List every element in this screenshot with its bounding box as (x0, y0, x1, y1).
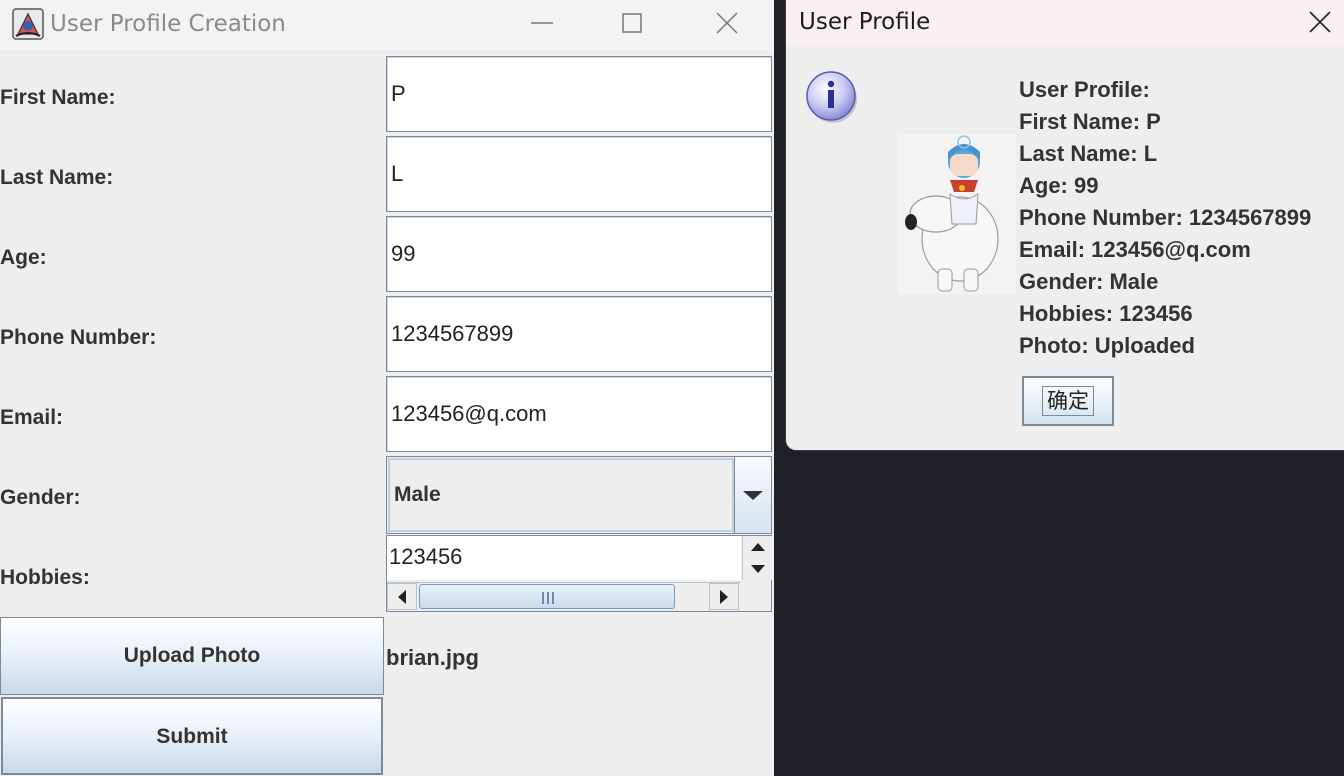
submit-button[interactable]: Submit (1, 697, 383, 775)
grip-icon (542, 592, 554, 604)
summary-line: Last Name: L (1019, 141, 1158, 166)
summary-line: Age: 99 (1019, 173, 1099, 198)
last-name-label: Last Name: (0, 166, 114, 189)
scrollbar-thumb[interactable] (419, 584, 675, 609)
dialog-close-button[interactable] (1298, 0, 1344, 46)
summary-line: Hobbies: 123456 (1019, 301, 1193, 326)
horizontal-scrollbar[interactable] (387, 582, 741, 611)
gender-selected-value[interactable]: Male (388, 458, 734, 532)
gender-dropdown-button[interactable] (734, 457, 771, 533)
arrow-left-icon (398, 590, 406, 604)
ok-button[interactable]: 确定 (1022, 376, 1114, 426)
close-icon (716, 12, 738, 34)
upload-photo-button[interactable]: Upload Photo (0, 617, 384, 695)
scroll-right-button[interactable] (709, 583, 739, 610)
age-label: Age: (0, 246, 47, 269)
hobbies-scroll-pane: 123456 (386, 535, 773, 612)
ok-button-label: 确定 (1042, 386, 1094, 416)
user-profile-creation-window: User Profile Creation First Name: Last N… (0, 0, 774, 776)
gender-label: Gender: (0, 486, 81, 509)
gender-select[interactable]: Male (386, 456, 772, 534)
email-field[interactable]: 123456@q.com (386, 376, 772, 452)
hobbies-label: Hobbies: (0, 566, 90, 589)
first-name-label: First Name: (0, 86, 116, 109)
arrow-up-icon (751, 543, 765, 551)
minimize-button[interactable] (519, 0, 565, 46)
first-name-field[interactable]: P (386, 56, 772, 132)
chevron-down-icon (743, 491, 763, 500)
window-title: User Profile Creation (50, 11, 286, 37)
phone-number-field[interactable]: 1234567899 (386, 296, 772, 372)
title-bar[interactable]: User Profile Creation (0, 0, 774, 50)
user-profile-dialog: User Profile User Profile: First Name: P… (786, 0, 1344, 450)
dialog-title: User Profile (799, 9, 931, 35)
minimize-icon (531, 22, 553, 24)
age-field[interactable]: 99 (386, 216, 772, 292)
dialog-title-bar[interactable]: User Profile (786, 0, 1344, 46)
profile-photo (898, 134, 1016, 294)
scroll-up-button[interactable] (742, 536, 773, 558)
close-button[interactable] (704, 0, 750, 46)
java-app-icon (12, 8, 44, 40)
summary-line: Gender: Male (1019, 269, 1159, 294)
summary-line: First Name: P (1019, 109, 1161, 134)
profile-summary: User Profile: First Name: P Last Name: L… (1019, 74, 1311, 362)
arrow-down-icon (751, 565, 765, 573)
close-icon (1309, 11, 1331, 33)
summary-line: Phone Number: 1234567899 (1019, 205, 1312, 230)
phone-number-label: Phone Number: (0, 326, 157, 349)
maximize-button[interactable] (609, 0, 655, 46)
info-icon (806, 71, 857, 123)
scroll-left-button[interactable] (387, 583, 417, 610)
summary-line: Photo: Uploaded (1019, 333, 1195, 358)
arrow-right-icon (720, 590, 728, 604)
scroll-down-button[interactable] (742, 558, 773, 580)
summary-line: Email: 123456@q.com (1019, 237, 1251, 262)
email-label: Email: (0, 406, 64, 429)
last-name-field[interactable]: L (386, 136, 772, 212)
summary-line: User Profile: (1019, 77, 1150, 102)
uploaded-file-name: brian.jpg (386, 645, 479, 670)
hobbies-textarea[interactable]: 123456 (387, 536, 741, 580)
maximize-icon (622, 13, 642, 33)
